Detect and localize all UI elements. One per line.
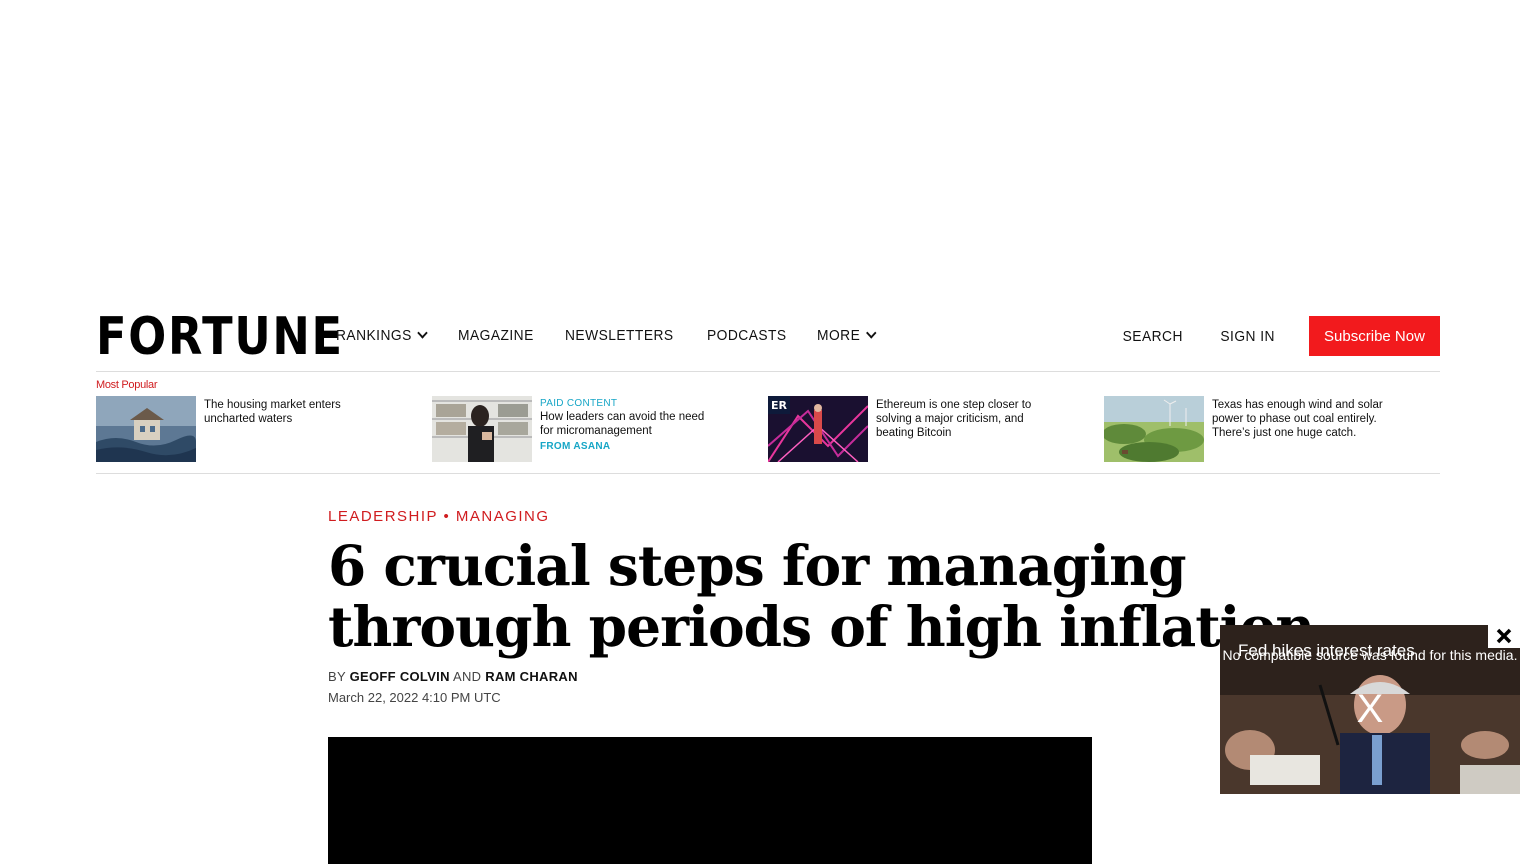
popular-item[interactable]: PAID CONTENT How leaders can avoid the n…: [432, 396, 762, 462]
popular-title: How leaders can avoid the need for micro…: [540, 411, 705, 437]
byline-and: AND: [452, 669, 482, 684]
article-date: March 22, 2022 4:10 PM UTC: [328, 690, 501, 705]
article-thumbnail: [96, 396, 196, 462]
site-header: FORTUNE RANKINGS MAGAZINE NEWSLETTERS PO…: [96, 300, 1440, 372]
popular-title: Ethereum is one step closer to solving a…: [876, 399, 1032, 439]
chevron-down-icon: [866, 327, 877, 339]
article-kicker: LEADERSHIP • MANAGING: [328, 508, 1328, 525]
nav-magazine[interactable]: MAGAZINE: [458, 327, 534, 344]
byline-prefix: BY: [328, 669, 346, 684]
sponsor-label: FROM ASANA: [540, 441, 611, 452]
nav-podcasts-label: PODCASTS: [706, 327, 787, 344]
video-error-x: X: [1356, 687, 1384, 731]
video-error-message: No compatible source was found for this …: [1222, 647, 1518, 663]
nav-magazine-label: MAGAZINE: [458, 327, 535, 344]
nav-more[interactable]: MORE: [817, 327, 877, 344]
article-thumbnail: [1104, 396, 1204, 462]
floating-video-player[interactable]: Fed hikes interest rates No compatible s…: [1220, 625, 1520, 794]
svg-text:ER: ER: [771, 399, 788, 412]
popular-title: The housing market enters uncharted wate…: [204, 399, 341, 425]
paid-content-label: PAID CONTENT: [540, 398, 618, 409]
popular-title: Texas has enough wind and solar power to…: [1212, 399, 1383, 439]
popular-item[interactable]: ER Ethereum is one step closer to solvin…: [768, 396, 1098, 462]
ad-space: [0, 0, 1536, 300]
sign-in-link[interactable]: SIGN IN: [1220, 328, 1275, 345]
nav-rankings-label: RANKINGS: [336, 327, 412, 344]
main-nav: RANKINGS MAGAZINE NEWSLETTERS PODCASTS M…: [336, 327, 880, 344]
popular-item[interactable]: The housing market enters uncharted wate…: [96, 396, 426, 462]
fortune-logo[interactable]: FORTUNE: [96, 311, 344, 363]
subscribe-button[interactable]: Subscribe Now: [1309, 316, 1440, 356]
category-managing-link[interactable]: MANAGING: [456, 508, 550, 525]
nav-more-label: MORE: [817, 327, 861, 344]
article-header: LEADERSHIP • MANAGING 6 crucial steps fo…: [328, 508, 1328, 705]
most-popular-strip: Most Popular The housing market enters u…: [96, 372, 1440, 474]
popular-text: PAID CONTENT How leaders can avoid the n…: [540, 398, 720, 454]
nav-newsletters-label: NEWSLETTERS: [564, 327, 674, 344]
close-icon: [1496, 628, 1512, 644]
article-byline: BY GEOFF COLVIN AND RAM CHARAN: [328, 669, 1328, 684]
popular-item[interactable]: Texas has enough wind and solar power to…: [1104, 396, 1434, 462]
nav-podcasts[interactable]: PODCASTS: [707, 327, 787, 344]
category-leadership-link[interactable]: LEADERSHIP: [328, 508, 438, 525]
article-thumbnail: [432, 396, 532, 462]
close-video-button[interactable]: [1488, 624, 1520, 648]
nav-newsletters[interactable]: NEWSLETTERS: [565, 327, 674, 344]
author-link[interactable]: RAM CHARAN: [485, 669, 578, 684]
author-link[interactable]: GEOFF COLVIN: [350, 669, 450, 684]
article-video-player[interactable]: [328, 737, 1092, 864]
article-title: 6 crucial steps for managing through per…: [328, 533, 1315, 659]
most-popular-label: Most Popular: [96, 379, 158, 391]
chevron-down-icon: [417, 327, 429, 339]
search-link[interactable]: SEARCH: [1123, 328, 1183, 345]
header-actions: SEARCH SIGN IN Subscribe Now: [1120, 316, 1440, 356]
nav-rankings[interactable]: RANKINGS: [336, 327, 429, 344]
article-thumbnail: ER: [768, 396, 868, 462]
kicker-separator: •: [443, 508, 456, 525]
